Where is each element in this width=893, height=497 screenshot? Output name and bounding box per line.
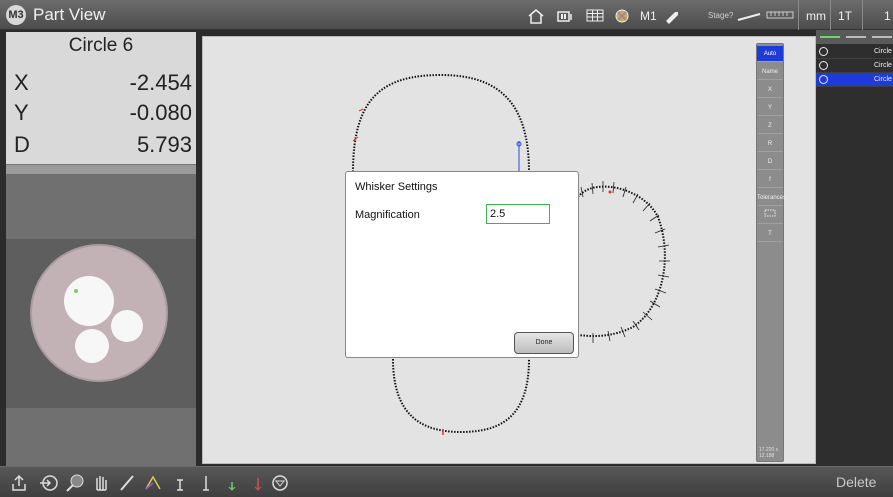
whisker-settings-dialog: Whisker Settings Magnification Done bbox=[345, 171, 579, 358]
frame-icon bbox=[764, 209, 776, 217]
feature-list-item[interactable]: Circle bbox=[816, 45, 893, 59]
pen-icon[interactable] bbox=[116, 474, 138, 492]
circle-icon bbox=[819, 75, 828, 84]
part-image bbox=[6, 239, 196, 408]
units-button[interactable]: mm bbox=[806, 9, 826, 23]
feature-list-item[interactable]: Circle bbox=[816, 59, 893, 73]
gauge-icon[interactable] bbox=[196, 474, 216, 492]
red-arrow-icon[interactable] bbox=[248, 474, 268, 492]
list-header-tabs bbox=[820, 36, 892, 38]
export-icon[interactable] bbox=[10, 474, 28, 492]
dro-strip bbox=[6, 164, 196, 174]
frame-button[interactable] bbox=[757, 208, 783, 224]
separator bbox=[798, 0, 799, 30]
mode-button[interactable]: 1T bbox=[838, 9, 852, 23]
dro-row-y: Y -0.080 bbox=[14, 100, 192, 126]
magnification-label: Magnification bbox=[355, 209, 420, 221]
ruler-icon[interactable] bbox=[766, 8, 794, 24]
dro-axis-label: D bbox=[14, 132, 30, 157]
feature-label: Circle bbox=[874, 76, 892, 83]
feature-name: Circle 6 bbox=[68, 35, 134, 56]
view-toolbar: Auto Name X Y Z R D f Tolerances T 17.22… bbox=[756, 43, 786, 462]
z-button[interactable]: Z bbox=[757, 118, 783, 134]
height-icon[interactable] bbox=[170, 474, 190, 492]
app-logo[interactable]: M3 bbox=[6, 5, 26, 25]
x-button[interactable]: X bbox=[757, 82, 783, 98]
video-icon[interactable] bbox=[556, 8, 578, 24]
feature-list-header bbox=[816, 30, 893, 44]
magnification-input[interactable] bbox=[486, 204, 550, 224]
extra-button[interactable]: 1 bbox=[884, 9, 891, 23]
feature-label: Circle bbox=[874, 48, 892, 55]
dro-panel: Circle 6 X -2.454 Y -0.080 D 5.793 bbox=[6, 32, 196, 164]
auto-button[interactable]: Auto bbox=[757, 46, 783, 62]
program-label[interactable]: M1 bbox=[640, 9, 657, 23]
probe-target-icon[interactable] bbox=[38, 474, 60, 492]
scale-icon[interactable] bbox=[736, 8, 762, 24]
grid-icon[interactable] bbox=[585, 8, 605, 24]
dro-value: -2.454 bbox=[129, 70, 192, 95]
feature-list-item-selected[interactable]: Circle bbox=[816, 73, 893, 87]
app-title: Part View bbox=[33, 5, 106, 24]
angle-icon[interactable] bbox=[142, 474, 164, 492]
view-dimensions: 17.220 x 12.188 bbox=[759, 447, 779, 459]
d-button[interactable]: D bbox=[757, 154, 783, 170]
dro-row-x: X -2.454 bbox=[14, 70, 192, 96]
left-panel-bottom bbox=[6, 408, 196, 466]
dro-value: 5.793 bbox=[136, 132, 192, 157]
dialog-title: Whisker Settings bbox=[355, 181, 438, 193]
probe-icon[interactable] bbox=[662, 8, 682, 24]
home-icon[interactable] bbox=[526, 8, 546, 24]
top-bar: M3 Part View M1 Stage? mm 1T 1 bbox=[0, 0, 893, 30]
light-icon[interactable] bbox=[612, 8, 632, 24]
delete-button[interactable]: Delete bbox=[836, 474, 876, 490]
separator bbox=[830, 0, 831, 30]
hand-icon[interactable] bbox=[90, 474, 112, 492]
disable-icon[interactable] bbox=[270, 474, 290, 492]
tolerances-button[interactable]: Tolerances bbox=[757, 190, 786, 206]
stage-label[interactable]: Stage? bbox=[708, 11, 733, 20]
feature-list bbox=[816, 30, 893, 466]
done-button[interactable]: Done bbox=[514, 332, 574, 354]
dro-row-d: D 5.793 bbox=[14, 132, 192, 158]
down-arrow-icon[interactable] bbox=[222, 474, 242, 492]
dro-axis-label: X bbox=[14, 70, 29, 95]
name-button[interactable]: Name bbox=[757, 64, 783, 80]
bottom-toolbar bbox=[0, 466, 893, 497]
text-button[interactable]: T bbox=[757, 226, 783, 242]
y-button[interactable]: Y bbox=[757, 100, 783, 116]
form-button[interactable]: f bbox=[757, 172, 783, 188]
circle-icon bbox=[819, 61, 828, 70]
r-button[interactable]: R bbox=[757, 136, 783, 152]
circle-icon bbox=[819, 47, 828, 56]
separator bbox=[862, 0, 863, 30]
left-panel-blank bbox=[6, 174, 196, 239]
camera-view[interactable] bbox=[6, 239, 196, 408]
feature-label: Circle bbox=[874, 62, 892, 69]
dro-value: -0.080 bbox=[129, 100, 192, 125]
dro-axis-label: Y bbox=[14, 100, 29, 125]
magnifier-icon[interactable] bbox=[64, 474, 86, 492]
